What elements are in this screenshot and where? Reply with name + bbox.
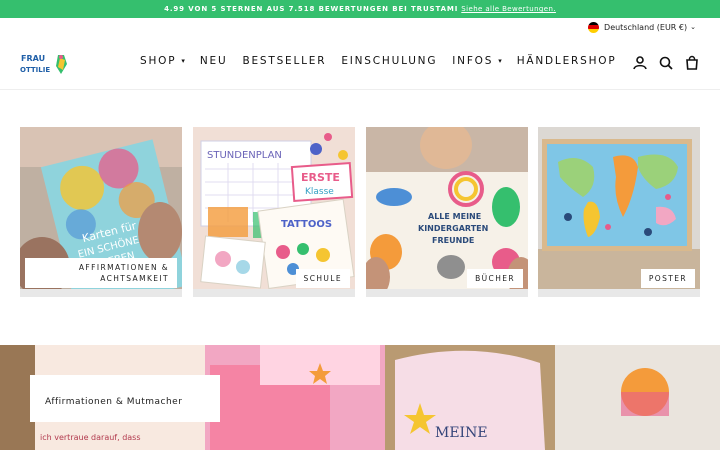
- collection-label-line-2: ACHTSAMKEIT: [100, 274, 169, 283]
- germany-flag-icon: [588, 21, 600, 33]
- header-icons: [622, 55, 700, 71]
- card-shadow: [538, 289, 700, 297]
- cart-icon[interactable]: [684, 55, 700, 71]
- card-shadow: [193, 289, 355, 297]
- search-icon[interactable]: [658, 55, 674, 71]
- card-image-text-2: ERSTE: [301, 171, 340, 184]
- collection-label-line-1: AFFIRMATIONEN &: [78, 263, 169, 272]
- hero-heading-box: Affirmationen & Mutmacher: [30, 375, 220, 422]
- card-image-text-1: STUNDENPLAN: [207, 150, 282, 161]
- collection-card-buecher[interactable]: ALLE MEINE KINDERGARTEN FREUNDE BÜCHER: [366, 127, 528, 297]
- main-nav: SHOP ▾ NEU BESTSELLER EINSCHULUNG INFOS ▾ …: [140, 55, 631, 67]
- collection-label-affirmationen[interactable]: AFFIRMATIONEN & ACHTSAMKEIT: [25, 258, 177, 288]
- locale-selector[interactable]: Deutschland (EUR €) ⌄: [588, 20, 696, 34]
- collection-label-buecher[interactable]: BÜCHER: [467, 269, 523, 288]
- collection-image-schule: STUNDENPLAN ERSTE Klasse TATTOOS: [193, 127, 355, 289]
- hero-heading[interactable]: Affirmationen & Mutmacher: [45, 397, 182, 407]
- announcement-text: 4.99 VON 5 STERNEN AUS 7.518 BEWERTUNGEN…: [164, 5, 459, 13]
- card-image-text-1: ALLE MEINE: [428, 212, 481, 221]
- nav-item-infos[interactable]: INFOS ▾: [452, 55, 501, 67]
- logo-text-1: FRAU: [21, 54, 45, 63]
- card-shadow: [366, 289, 528, 297]
- announcement-bar: 4.99 VON 5 STERNEN AUS 7.518 BEWERTUNGEN…: [0, 0, 720, 18]
- chevron-down-icon: ▾: [498, 57, 502, 65]
- hero-card-text-1: ich vertraue darauf, dass: [40, 433, 141, 442]
- logo-text-2: OTTILIE: [20, 66, 50, 74]
- nav-item-neu[interactable]: NEU: [200, 55, 228, 67]
- nav-item-shop[interactable]: SHOP ▾: [140, 55, 185, 67]
- nav-item-bestseller[interactable]: BESTSELLER: [242, 55, 326, 67]
- hero-banner: ich vertraue darauf, dass MEINE Affirmat…: [0, 345, 720, 450]
- site-header: FRAU OTTILIE SHOP ▾ NEU BESTSELLER EINSCH…: [0, 36, 720, 90]
- locale-label: Deutschland (EUR €): [604, 22, 688, 32]
- account-icon[interactable]: [632, 55, 648, 71]
- collection-card-schule[interactable]: STUNDENPLAN ERSTE Klasse TATTOOS SCHULE: [193, 127, 355, 297]
- chevron-down-icon: ⌄: [690, 23, 696, 31]
- chevron-down-icon: ▾: [181, 57, 185, 65]
- collection-label-schule[interactable]: SCHULE: [295, 269, 350, 288]
- collection-image-buecher: ALLE MEINE KINDERGARTEN FREUNDE: [366, 127, 528, 289]
- card-image-text-3: FREUNDE: [432, 236, 474, 245]
- brand-logo[interactable]: FRAU OTTILIE: [20, 52, 70, 76]
- collection-image-poster: [538, 127, 700, 289]
- card-image-text-3: Klasse: [305, 187, 334, 197]
- nav-item-haendlershop[interactable]: HÄNDLERSHOP: [517, 55, 617, 67]
- card-image-text-4: TATTOOS: [281, 219, 332, 230]
- collection-label-poster[interactable]: POSTER: [640, 269, 695, 288]
- hero-card-text-2: MEINE: [435, 425, 488, 441]
- collection-card-poster[interactable]: POSTER: [538, 127, 700, 297]
- card-shadow: [20, 289, 182, 297]
- nav-item-einschulung[interactable]: EINSCHULUNG: [341, 55, 437, 67]
- reviews-link[interactable]: Siehe alle Bewertungen.: [461, 5, 556, 13]
- collection-card-affirmationen[interactable]: Karten für EIN SCHÖNES LEBEN AFFIRMATION…: [20, 127, 182, 297]
- card-image-text-2: KINDERGARTEN: [418, 224, 488, 233]
